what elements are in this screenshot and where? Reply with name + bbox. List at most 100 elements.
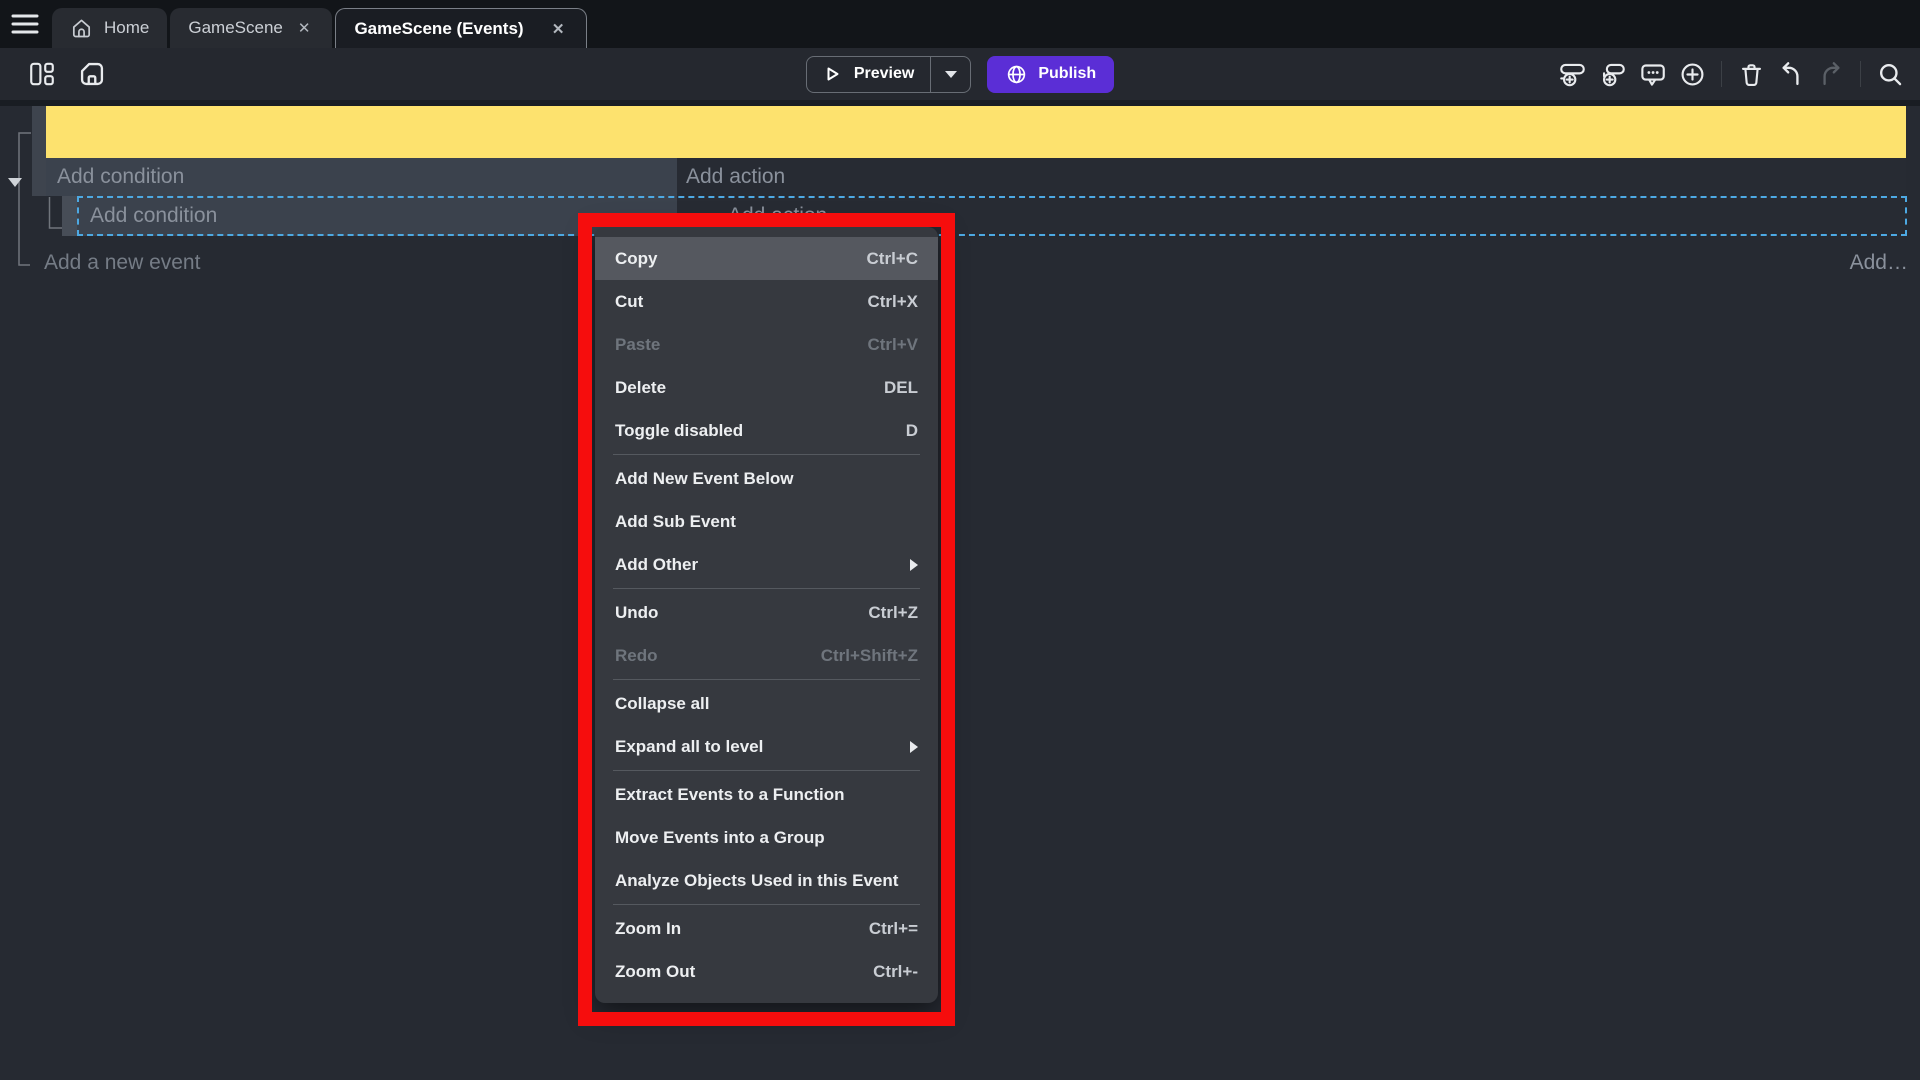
menu-item-extract-events-to-a-function[interactable]: Extract Events to a Function [595, 773, 938, 816]
menu-item-label: Cut [615, 292, 643, 312]
tab-label: GameScene [188, 18, 283, 38]
menu-item-redo[interactable]: Redo Ctrl+Shift+Z [595, 634, 938, 677]
comment-event[interactable] [46, 106, 1906, 158]
comment-event-handle[interactable] [32, 106, 46, 158]
add-event-icon [1559, 61, 1586, 88]
collapse-arrow-icon[interactable] [8, 178, 22, 187]
redo-icon [1817, 60, 1845, 88]
preview-label: Preview [854, 65, 914, 83]
menu-item-label: Toggle disabled [615, 421, 743, 441]
menu-item-undo[interactable]: UndoCtrl+Z [595, 591, 938, 634]
menu-item-add-new-event-below[interactable]: Add New Event Below [595, 457, 938, 500]
undo-icon [1777, 60, 1805, 88]
menu-item-label: Redo [615, 646, 658, 666]
search-icon [1877, 61, 1904, 88]
menu-item-paste[interactable]: Paste Ctrl+V [595, 323, 938, 366]
menu-item-shortcut: Ctrl+= [849, 919, 918, 939]
menu-item-label: Delete [615, 378, 666, 398]
menu-item-label: Paste [615, 335, 660, 355]
menu-item-label: Undo [615, 603, 658, 623]
play-icon [820, 62, 844, 86]
add-action-label: Add action [686, 165, 785, 189]
tab-label: Home [104, 18, 149, 38]
menu-item-label: Copy [615, 249, 658, 269]
menu-item-zoom-in[interactable]: Zoom In Ctrl+= [595, 907, 938, 950]
menu-item-label: Expand all to level [615, 737, 763, 757]
menu-item-label: Move Events into a Group [615, 828, 825, 848]
delete-icon [1738, 61, 1765, 88]
submenu-arrow-icon [910, 741, 918, 753]
editor-toolbar: Preview Publish [0, 48, 1920, 100]
menu-item-shortcut: Ctrl+Shift+Z [801, 646, 918, 666]
menu-item-label: Analyze Objects Used in this Event [615, 871, 898, 891]
menu-item-cut[interactable]: Cut Ctrl+X [595, 280, 938, 323]
menu-item-shortcut: Ctrl+X [847, 292, 918, 312]
delete-button[interactable] [1734, 57, 1768, 91]
search-button[interactable] [1873, 57, 1907, 91]
tab-close-icon[interactable]: ✕ [548, 18, 569, 40]
context-menu: CopyCtrl+C Cut Ctrl+X Paste Ctrl+V Delete DEL T… [595, 227, 938, 1003]
tab-close-icon[interactable]: ✕ [294, 17, 315, 39]
menu-item-delete[interactable]: Delete DEL [595, 366, 938, 409]
choose-and-add-button[interactable] [1675, 57, 1709, 91]
menu-item-label: Zoom Out [615, 962, 695, 982]
submenu-arrow-icon [910, 559, 918, 571]
tab-label: GameScene (Events) [354, 19, 523, 39]
add-new-event-button[interactable]: Add a new event [44, 251, 200, 275]
add-event-button[interactable] [1555, 57, 1589, 91]
menu-item-label: Add New Event Below [615, 469, 794, 489]
preview-button[interactable]: Preview [806, 56, 971, 93]
add-condition-button[interactable]: Add condition [46, 158, 677, 196]
undo-button[interactable] [1774, 57, 1808, 91]
tab-home[interactable]: Home [52, 8, 167, 48]
add-sub-event-icon [1599, 61, 1626, 88]
toolbar-separator [1721, 61, 1722, 87]
hamburger-icon [10, 11, 40, 37]
menu-item-label: Extract Events to a Function [615, 785, 845, 805]
menu-separator [613, 770, 920, 771]
menu-item-shortcut: Ctrl+V [847, 335, 918, 355]
preview-dropdown-button[interactable] [930, 57, 970, 92]
menu-item-toggle-disabled[interactable]: Toggle disabled D [595, 409, 938, 452]
menu-hamburger-button[interactable] [0, 0, 50, 48]
menu-item-collapse-all[interactable]: Collapse all [595, 682, 938, 725]
selected-event-outline [77, 196, 1907, 236]
add-comment-icon [1639, 61, 1666, 88]
preview-button-main[interactable]: Preview [807, 62, 930, 86]
add-truncated-button[interactable]: Add… [1850, 251, 1908, 275]
toolbar-separator [1860, 61, 1861, 87]
chevron-down-icon [945, 71, 957, 78]
menu-item-move-events-into-a-group[interactable]: Move Events into a Group [595, 816, 938, 859]
menu-item-label: Add Sub Event [615, 512, 736, 532]
add-comment-button[interactable] [1635, 57, 1669, 91]
menu-item-shortcut: D [886, 421, 918, 441]
menu-item-zoom-out[interactable]: Zoom Out Ctrl+- [595, 950, 938, 993]
menu-item-copy[interactable]: CopyCtrl+C [595, 237, 938, 280]
menu-separator [613, 588, 920, 589]
menu-item-expand-all-to-level[interactable]: Expand all to level [595, 725, 938, 768]
event-handle[interactable] [32, 158, 46, 196]
publish-label: Publish [1038, 65, 1096, 83]
menu-item-shortcut: Ctrl+- [853, 962, 918, 982]
add-sub-event-button[interactable] [1595, 57, 1629, 91]
menu-item-label: Zoom In [615, 919, 681, 939]
menu-separator [613, 904, 920, 905]
home-icon [70, 17, 93, 40]
tab-gamescene[interactable]: GameScene ✕ [170, 8, 332, 48]
add-condition-label: Add condition [57, 165, 184, 189]
publish-button[interactable]: Publish [987, 56, 1114, 93]
menu-separator [613, 454, 920, 455]
tab-gamescene-events[interactable]: GameScene (Events) ✕ [335, 8, 587, 48]
menu-item-add-other[interactable]: Add Other [595, 543, 938, 586]
tab-bar: Home GameScene ✕ GameScene (Events) ✕ [0, 0, 1920, 48]
redo-button[interactable] [1814, 57, 1848, 91]
toolbar-right [1555, 48, 1907, 100]
menu-item-shortcut: DEL [864, 378, 918, 398]
events-sheet: Add condition Add action Add condition A… [0, 100, 1920, 1080]
menu-item-add-sub-event[interactable]: Add Sub Event [595, 500, 938, 543]
menu-item-label: Collapse all [615, 694, 709, 714]
sub-event-handle[interactable] [62, 196, 77, 236]
menu-item-analyze-objects-used-in-this-event[interactable]: Analyze Objects Used in this Event [595, 859, 938, 902]
add-circle-icon [1679, 61, 1706, 88]
add-action-button[interactable]: Add action [677, 158, 1906, 196]
